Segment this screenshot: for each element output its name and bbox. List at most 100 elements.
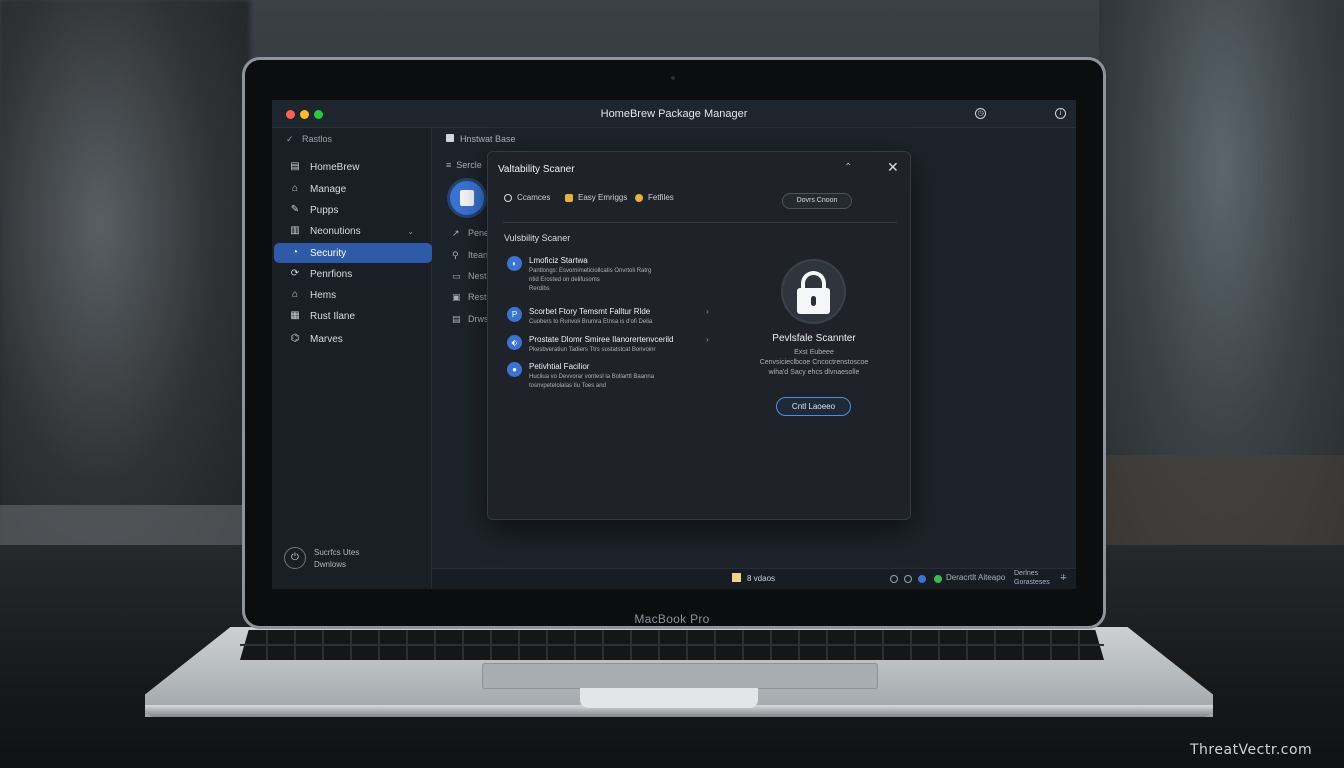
brew-icon: ✓ bbox=[286, 134, 294, 144]
sidebar-item-hems[interactable]: ⌂ Hems bbox=[274, 285, 432, 305]
sidebar-item-label: Neonutions bbox=[310, 225, 361, 237]
status-right-2-line-1: Derlnes bbox=[1014, 570, 1039, 577]
dialog-title: Valtability Scaner bbox=[498, 164, 575, 175]
home-outline-icon: ⌂ bbox=[291, 183, 299, 194]
list-item[interactable]: ▣ Resta bbox=[452, 292, 492, 303]
dovrs-cnoon-button[interactable]: Dovrs Cnoon bbox=[782, 193, 852, 209]
scan-icon: ● bbox=[507, 362, 522, 377]
vulnerability-scanner-dialog: Valtability Scaner ⌃ ✕ Ccamces Easy Emri… bbox=[487, 151, 911, 520]
file-icon bbox=[635, 193, 643, 202]
tab-ccamces[interactable]: Ccamces bbox=[504, 193, 550, 202]
list-item[interactable]: ▭ Nest bbox=[452, 271, 487, 282]
scan-icon: ◐ bbox=[507, 256, 522, 271]
sidebar-item-label: Pupps bbox=[310, 204, 339, 216]
sidebar-footer[interactable]: ⏻ Sucrfcs Utes Dwnlows bbox=[282, 545, 422, 575]
breadcrumb-label: Hnstwat Base bbox=[460, 134, 516, 144]
warning-icon bbox=[565, 193, 573, 202]
collapse-icon[interactable]: ⌃ bbox=[844, 162, 852, 173]
scan-item-title: Prostate Dlomr Smiree Ilanorertenvcerild bbox=[529, 335, 674, 344]
sidebar-item-marves[interactable]: ⌬ Marves bbox=[274, 329, 432, 349]
chevron-right-icon: › bbox=[706, 307, 709, 316]
tab-easy-emriggs[interactable]: Easy Emriggs bbox=[565, 193, 627, 202]
document-icon: ▥ bbox=[290, 225, 300, 236]
scan-item-desc: Pantlongs: Esvomimeticiollcatis Onvrtoli… bbox=[529, 268, 652, 274]
list-item[interactable]: ↗ Penet bbox=[452, 228, 492, 239]
scanner-panel-line: wiha'd Sacy ehcs dlvnaesolle bbox=[768, 369, 860, 376]
shield-icon: ◔ bbox=[291, 247, 299, 258]
scan-item-title: Scorbet Ftory Temsmt Falltur Rlde bbox=[529, 307, 651, 316]
sidebar: ✓ Rastlos ▤ HomeBrew ⌂ Manage ✎ Pupps ▥ Neonu… bbox=[272, 128, 432, 589]
status-ok-icon bbox=[934, 575, 942, 583]
scan-item-desc: tosnvpetelolalas tiu Toes and bbox=[529, 383, 606, 389]
list-icon: ≡ bbox=[446, 160, 457, 170]
sidebar-item-security[interactable]: ◔ Security bbox=[274, 243, 432, 263]
scanner-panel-title: Pevlsfale Scannter bbox=[772, 333, 856, 344]
status-middle-label: 8 vdaos bbox=[747, 574, 776, 583]
scan-item-title: Lmoficiz Startwa bbox=[529, 256, 588, 265]
footer-line-1: Sucrfcs Utes bbox=[314, 548, 360, 557]
scan-item-desc: Cuobers to Runvoli Brumra Etnsa is d'ofi… bbox=[529, 319, 653, 325]
list-item-label: Drws bbox=[468, 314, 489, 324]
sidebar-item-label: Marves bbox=[310, 333, 343, 345]
scan-icon: ⬖ bbox=[507, 335, 522, 350]
subheader-label: Sercle bbox=[456, 160, 482, 170]
list-item[interactable]: ▤ Drws bbox=[452, 314, 489, 325]
tab-fetfiles[interactable]: Fetfiles bbox=[635, 193, 674, 202]
file-icon: ▭ bbox=[452, 271, 461, 281]
chevron-down-icon: ⌄ bbox=[407, 226, 414, 236]
divider bbox=[503, 222, 897, 223]
drive-icon: ▤ bbox=[452, 314, 461, 324]
sidebar-item-pupps[interactable]: ✎ Pupps bbox=[274, 200, 432, 220]
chevron-right-icon: › bbox=[706, 335, 709, 344]
clock-icon[interactable] bbox=[904, 575, 912, 583]
home-icon: ▤ bbox=[290, 161, 300, 172]
box-icon: ▣ bbox=[452, 292, 461, 302]
grid-icon: ▦ bbox=[290, 310, 300, 321]
note-icon bbox=[732, 573, 741, 582]
sidebar-header-label: Rastlos bbox=[302, 134, 333, 144]
section-title: Vulsbility Scaner bbox=[504, 233, 571, 243]
sidebar-item-rust-ilane[interactable]: ▦ Rust Ilane bbox=[274, 306, 432, 326]
list-item-label: Itean bbox=[468, 250, 489, 260]
lock-icon bbox=[781, 259, 846, 324]
keyboard-row-divider bbox=[240, 644, 1104, 646]
sidebar-item-neonutions[interactable]: ▥ Neonutions ⌄ bbox=[274, 221, 432, 241]
device-brand: MacBook Pro bbox=[634, 612, 710, 626]
tag-icon: ⌬ bbox=[290, 333, 300, 344]
sidebar-item-penrfions[interactable]: ⟳ Penrfions bbox=[274, 264, 432, 284]
sidebar-item-label: Rust Ilane bbox=[310, 310, 356, 322]
status-items: 8 vdaos bbox=[732, 573, 775, 583]
footer-line-2: Dwnlows bbox=[314, 560, 347, 569]
tab-label: Easy Emriggs bbox=[578, 193, 628, 202]
start-scan-button[interactable]: Cntl Laoeeo bbox=[776, 397, 851, 416]
tab-label: Ccamces bbox=[517, 193, 551, 202]
settings-icon[interactable]: ⁜ bbox=[1060, 573, 1067, 582]
close-icon[interactable]: ✕ bbox=[887, 159, 899, 176]
clock-icon[interactable]: ◷ bbox=[975, 108, 986, 119]
edit-icon: ✎ bbox=[290, 204, 300, 215]
arrow-icon: ↗ bbox=[452, 228, 460, 238]
titlebar: HomeBrew Package Manager ◷ i bbox=[272, 100, 1076, 128]
background-desk-items bbox=[1104, 455, 1344, 555]
scan-item-desc: Rerdibs bbox=[529, 286, 550, 292]
globe-icon[interactable] bbox=[918, 575, 926, 583]
lock-body bbox=[797, 288, 830, 314]
house-icon: ⌂ bbox=[291, 289, 299, 300]
background-left bbox=[0, 0, 250, 560]
scan-item-desc: ntid Erosted on delifusoms bbox=[529, 277, 600, 283]
scan-item-title: Petivhtial Facilior bbox=[529, 362, 590, 371]
sidebar-item-label: HomeBrew bbox=[310, 161, 360, 173]
sidebar-item-manage[interactable]: ⌂ Manage bbox=[274, 179, 432, 199]
sync-icon[interactable] bbox=[890, 575, 898, 583]
scan-item-desc: Huciiua vo Devvorar vontesl la Bollarttl… bbox=[529, 374, 655, 380]
sidebar-item-label: Hems bbox=[310, 289, 337, 301]
list-item[interactable]: ⚲ Itean bbox=[452, 250, 488, 261]
sidebar-item-label: Security bbox=[310, 247, 347, 259]
info-icon[interactable]: i bbox=[1055, 108, 1066, 119]
status-right-label: Deracrtlt Aiteapo bbox=[946, 573, 1006, 582]
folder-icon bbox=[446, 134, 454, 142]
sidebar-item-label: Manage bbox=[310, 183, 347, 195]
package-icon[interactable] bbox=[450, 181, 484, 215]
list-item-label: Nest bbox=[468, 271, 487, 281]
sidebar-item-homebrew[interactable]: ▤ HomeBrew bbox=[274, 157, 432, 177]
